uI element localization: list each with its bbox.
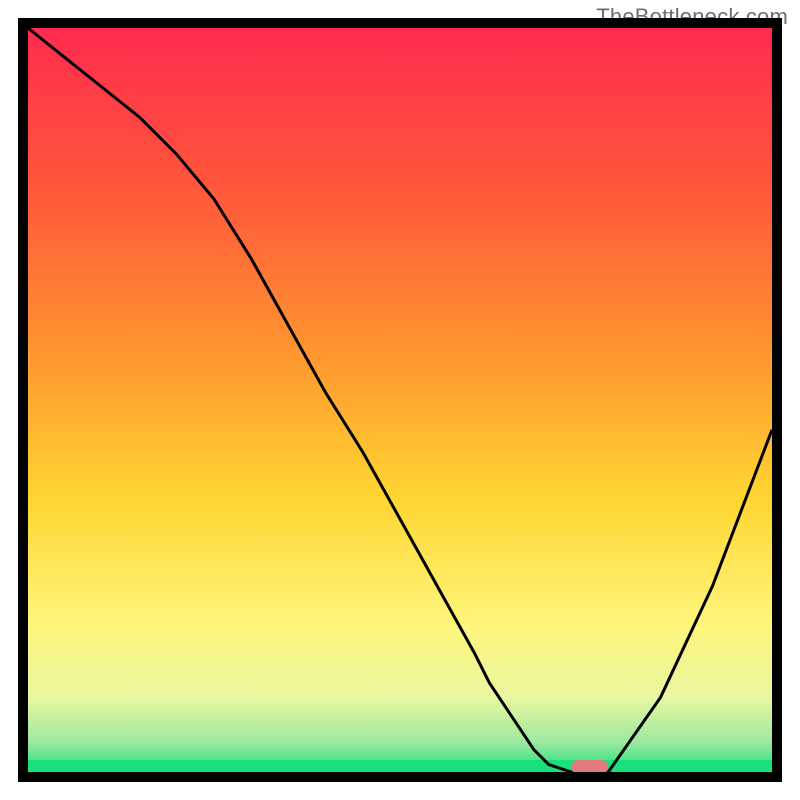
chart-stage: TheBottleneck.com	[0, 0, 800, 800]
plot-bottom-band	[28, 760, 772, 772]
optimum-marker	[571, 760, 608, 774]
plot-background	[28, 28, 772, 772]
bottleneck-chart	[0, 0, 800, 800]
